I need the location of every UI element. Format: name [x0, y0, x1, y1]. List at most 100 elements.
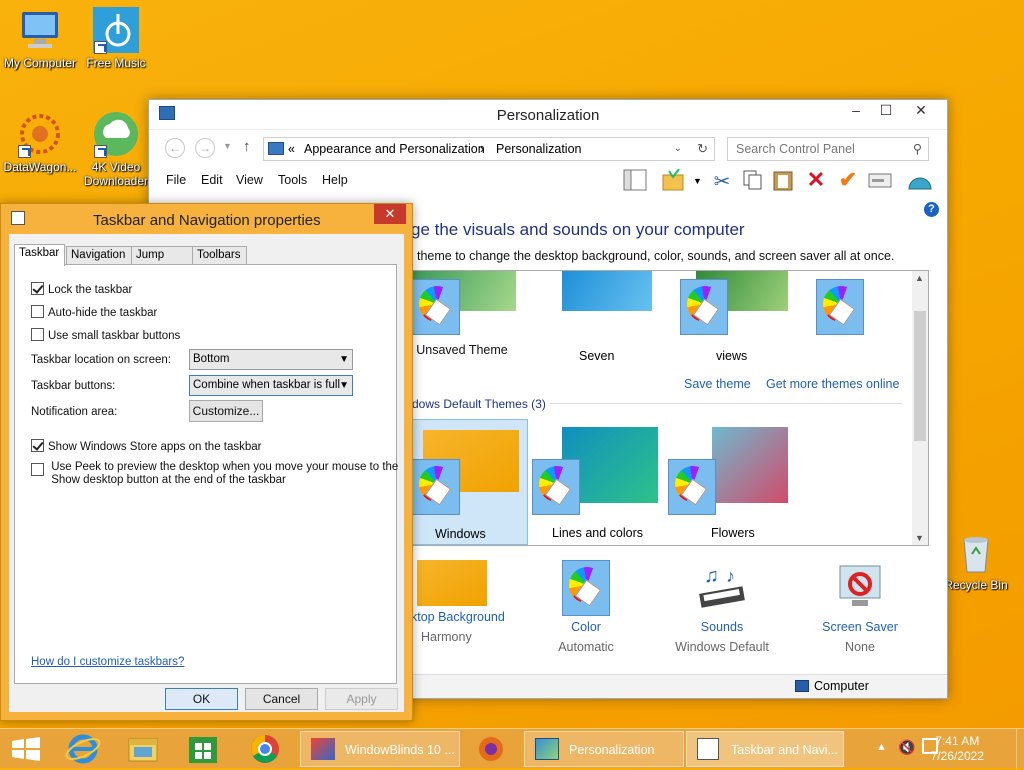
- lock-taskbar-checkbox[interactable]: Lock the taskbar: [31, 282, 132, 296]
- scroll-down-icon[interactable]: ▼: [915, 533, 924, 543]
- desktop-icon-my-computer[interactable]: My Computer: [0, 6, 80, 70]
- breadcrumb-appearance[interactable]: Appearance and Personalization: [304, 138, 485, 160]
- setting-value: None: [845, 640, 875, 654]
- store-apps-checkbox[interactable]: Show Windows Store apps on the taskbar: [31, 439, 262, 453]
- chevron-down-icon: ▼: [339, 354, 349, 365]
- shell-icon[interactable]: [907, 169, 933, 193]
- dialog-close-button[interactable]: ✕: [374, 204, 406, 224]
- task-label: WindowBlinds 10 ...: [345, 743, 455, 757]
- task-taskbar-properties[interactable]: Taskbar and Navi...: [686, 731, 844, 767]
- desktop-icon-free-music[interactable]: Free Music: [76, 6, 156, 70]
- menu-file[interactable]: File: [166, 173, 186, 187]
- save-theme-link[interactable]: Save theme: [684, 377, 751, 391]
- checkbox-unchecked: [31, 463, 44, 476]
- forward-button[interactable]: →: [195, 138, 215, 158]
- screen-saver-setting[interactable]: Screen Saver None: [795, 560, 925, 654]
- menu-edit[interactable]: Edit: [201, 173, 223, 187]
- cancel-button[interactable]: Cancel: [245, 688, 318, 710]
- store-icon[interactable]: [176, 731, 230, 767]
- help-customize-link[interactable]: How do I customize taskbars?: [31, 656, 184, 668]
- auto-hide-checkbox[interactable]: Auto-hide the taskbar: [31, 305, 157, 319]
- computer-icon: [795, 680, 809, 692]
- color-setting[interactable]: Color Automatic: [521, 560, 651, 654]
- task-windowblinds[interactable]: WindowBlinds 10 ...: [300, 731, 460, 767]
- minimize-button[interactable]: –: [841, 100, 871, 122]
- internet-explorer-icon[interactable]: [56, 731, 110, 767]
- color-palette-icon: [668, 459, 716, 515]
- start-button[interactable]: [0, 731, 54, 767]
- setting-name: Screen Saver: [822, 620, 898, 634]
- address-bar[interactable]: « Appearance and Personalization › Perso…: [263, 137, 715, 161]
- small-buttons-checkbox[interactable]: Use small taskbar buttons: [31, 328, 180, 342]
- clock-date: 7/26/2022: [930, 749, 984, 763]
- properties-icon[interactable]: [867, 169, 893, 193]
- shortcut-arrow-icon: [94, 145, 107, 158]
- taskbar-properties-icon: [11, 211, 25, 225]
- recent-pages-icon[interactable]: ▼: [223, 141, 232, 151]
- task-label: Personalization: [569, 743, 655, 757]
- firefox-icon[interactable]: [464, 731, 518, 767]
- chevron-down-icon[interactable]: ▼: [693, 176, 702, 186]
- peek-checkbox[interactable]: Use Peek to preview the desktop when you…: [31, 461, 398, 487]
- chrome-icon[interactable]: [238, 731, 292, 767]
- breadcrumb-personalization[interactable]: Personalization: [496, 138, 581, 160]
- help-icon[interactable]: ?: [924, 202, 939, 217]
- delete-icon[interactable]: ✕: [803, 169, 829, 193]
- task-personalization[interactable]: Personalization: [524, 731, 684, 767]
- theme-lines-label[interactable]: Lines and colors: [552, 526, 643, 540]
- default-themes-header: dows Default Themes (3): [412, 397, 550, 411]
- checkmark-icon[interactable]: ✔: [835, 169, 861, 193]
- file-explorer-icon[interactable]: [116, 731, 170, 767]
- cut-icon[interactable]: ✂: [709, 169, 735, 193]
- tab-taskbar[interactable]: Taskbar: [14, 244, 65, 266]
- paste-icon[interactable]: [771, 169, 797, 193]
- show-desktop-button[interactable]: [1016, 729, 1024, 769]
- ok-button[interactable]: OK: [165, 688, 238, 710]
- shortcut-arrow-icon: [18, 145, 31, 158]
- theme-list: Unsaved Theme Seven views Save theme Get…: [411, 270, 929, 546]
- title-bar[interactable]: Personalization – ☐ ✕: [149, 100, 947, 130]
- menu-tools[interactable]: Tools: [278, 173, 307, 187]
- desktop-icon-label: Free Music: [86, 56, 146, 70]
- folder-options-icon[interactable]: [661, 168, 687, 193]
- refresh-icon[interactable]: ↻: [697, 138, 708, 160]
- apply-button[interactable]: Apply: [325, 688, 398, 710]
- chevron-down-icon[interactable]: ⌄: [674, 138, 682, 160]
- maximize-button[interactable]: ☐: [871, 100, 901, 122]
- desktop-icon-label: My Computer: [3, 56, 77, 70]
- tab-jump-lists[interactable]: Jump Lists: [131, 246, 193, 277]
- volume-muted-icon[interactable]: 🔇: [898, 739, 915, 756]
- close-button[interactable]: ✕: [903, 100, 939, 122]
- search-input[interactable]: Search Control Panel ⚲: [727, 137, 929, 161]
- up-button[interactable]: ↑: [243, 138, 251, 155]
- show-hidden-icons-button[interactable]: ▲: [876, 741, 887, 753]
- desktop-icon-4k-video-downloader[interactable]: 4K Video Downloader: [76, 110, 156, 188]
- dialog-title-bar[interactable]: Taskbar and Navigation properties ✕: [1, 204, 412, 234]
- sounds-setting[interactable]: ♫ ♪ Sounds Windows Default: [657, 560, 787, 654]
- menu-help[interactable]: Help: [322, 173, 348, 187]
- theme-list-scrollbar[interactable]: ▲ ▼: [912, 271, 928, 545]
- theme-seven-label[interactable]: Seven: [579, 349, 614, 363]
- search-placeholder: Search Control Panel: [736, 142, 855, 156]
- menu-view[interactable]: View: [236, 173, 263, 187]
- taskbar-properties-dialog: Taskbar and Navigation properties ✕ Task…: [0, 203, 413, 721]
- layout-icon[interactable]: [623, 169, 649, 193]
- desktop-icon-datawagon[interactable]: DataWagon...: [0, 110, 80, 174]
- tab-toolbars[interactable]: Toolbars: [192, 246, 247, 264]
- copy-icon[interactable]: [741, 169, 767, 193]
- scroll-thumb[interactable]: [914, 311, 926, 441]
- back-button[interactable]: ←: [165, 138, 185, 158]
- menu-bar: File Edit View Tools Help ▼ ✂ ✕ ✔: [149, 166, 947, 196]
- desktop-icon-recycle-bin[interactable]: Recycle Bin: [936, 528, 1016, 592]
- theme-views-label[interactable]: views: [716, 349, 747, 363]
- buttons-select[interactable]: Combine when taskbar is full ▼: [189, 375, 353, 396]
- tab-navigation[interactable]: Navigation: [66, 246, 132, 264]
- theme-unsaved[interactable]: Unsaved Theme: [412, 271, 542, 391]
- get-more-themes-link[interactable]: Get more themes online: [766, 377, 899, 391]
- customize-button[interactable]: Customize...: [189, 400, 263, 422]
- scroll-up-icon[interactable]: ▲: [915, 273, 924, 283]
- clock[interactable]: 7:41 AM 7/26/2022: [931, 734, 984, 764]
- location-select[interactable]: Bottom ▼: [189, 349, 353, 370]
- theme-seven[interactable]: [530, 271, 728, 391]
- theme-flowers-label[interactable]: Flowers: [711, 526, 755, 540]
